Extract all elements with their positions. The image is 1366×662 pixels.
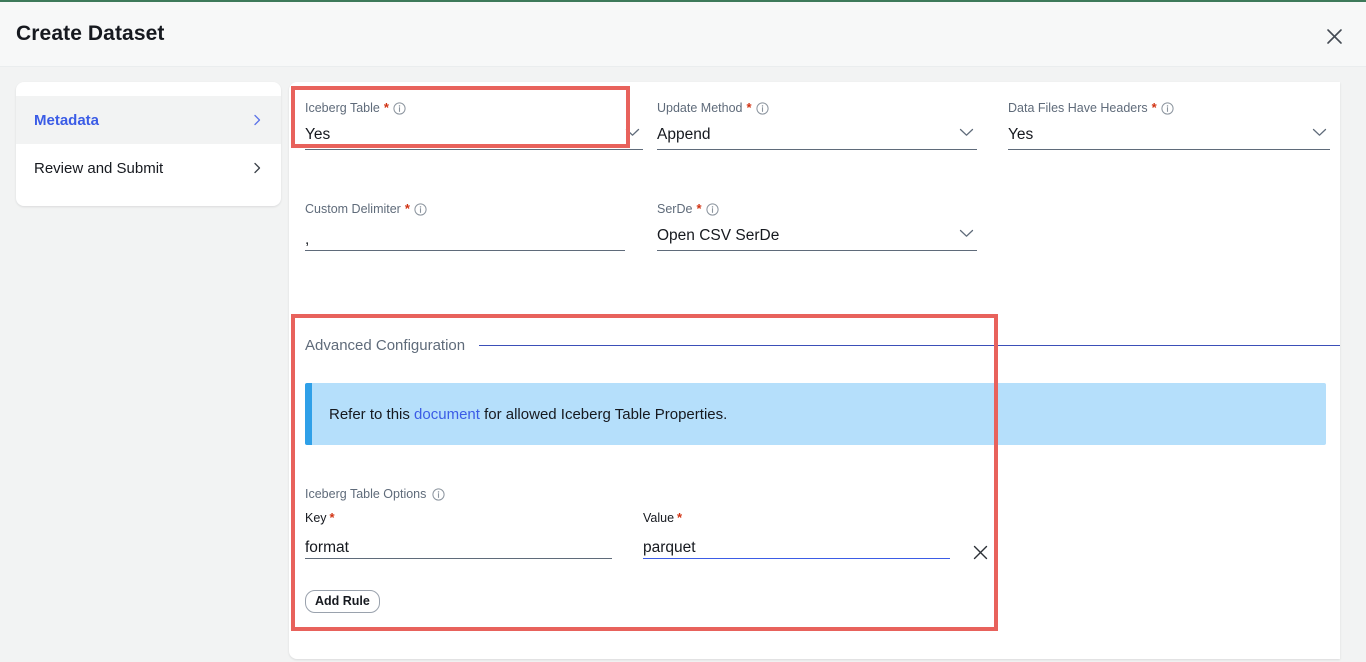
section-divider — [479, 344, 1340, 346]
add-rule-button[interactable]: Add Rule — [305, 590, 380, 613]
data-files-have-headers-select[interactable]: Yes — [1008, 121, 1330, 150]
input-value: parquet — [643, 539, 696, 556]
required-marker: * — [696, 201, 702, 216]
close-icon[interactable] — [1320, 22, 1348, 50]
chevron-down-icon — [959, 128, 974, 137]
field-data-files-have-headers: Data Files Have Headers * Yes — [1008, 100, 1330, 150]
info-icon[interactable] — [414, 202, 427, 216]
alert-message: Refer to this document for allowed Icebe… — [312, 406, 727, 423]
section-title: Advanced Configuration — [305, 336, 466, 354]
field-label: SerDe * — [657, 201, 977, 217]
field-label: Update Method * — [657, 100, 977, 116]
info-icon[interactable] — [755, 101, 769, 115]
field-label-text: Iceberg Table — [305, 101, 380, 115]
required-marker: * — [383, 100, 389, 115]
value-label: Value * — [643, 510, 950, 525]
alert-text-before: Refer to this — [329, 405, 415, 423]
info-icon[interactable] — [1161, 101, 1174, 115]
chevron-down-icon — [625, 128, 640, 137]
field-label-text: Update Method — [657, 101, 743, 115]
key-input[interactable]: format — [305, 530, 612, 559]
options-label-text: Iceberg Table Options — [305, 487, 427, 501]
select-value: Open CSV SerDe — [657, 227, 780, 244]
required-marker: * — [1151, 100, 1157, 115]
key-label-text: Key — [305, 510, 327, 525]
chevron-down-icon — [1312, 128, 1327, 137]
required-marker: * — [329, 510, 335, 525]
update-method-select[interactable]: Append — [657, 121, 977, 150]
info-icon[interactable] — [432, 487, 445, 501]
vertical-scrollbar-track[interactable] — [1343, 82, 1352, 659]
iceberg-table-options-label: Iceberg Table Options — [305, 487, 445, 501]
info-alert: Refer to this document for allowed Icebe… — [305, 383, 1326, 445]
select-value: Yes — [1008, 126, 1034, 143]
create-dataset-modal: Create Dataset Metadata Review and Submi… — [0, 0, 1366, 662]
value-input[interactable]: parquet — [643, 530, 950, 559]
remove-rule-close-icon[interactable] — [968, 540, 992, 564]
field-label: Iceberg Table * — [305, 100, 643, 116]
required-marker: * — [677, 510, 683, 525]
input-value: , — [305, 231, 310, 248]
form-content-panel: Iceberg Table * Yes Update Method * Appe… — [289, 82, 1340, 659]
iceberg-table-select[interactable]: Yes — [305, 121, 643, 150]
select-value: Yes — [305, 126, 331, 143]
value-label-text: Value — [643, 510, 675, 525]
info-icon[interactable] — [705, 202, 719, 216]
sidebar-item-label: Review and Submit — [34, 159, 164, 177]
custom-delimiter-input[interactable]: , — [305, 222, 625, 251]
field-label: Custom Delimiter * — [305, 201, 625, 217]
sidebar-item-label: Metadata — [34, 111, 100, 129]
field-update-method: Update Method * Append — [657, 100, 977, 150]
field-label-text: Custom Delimiter — [305, 202, 401, 216]
select-value: Append — [657, 126, 711, 143]
alert-text-after: for allowed Iceberg Table Properties. — [479, 405, 728, 423]
required-marker: * — [746, 100, 752, 115]
field-serde: SerDe * Open CSV SerDe — [657, 201, 977, 251]
field-label: Data Files Have Headers * — [1008, 100, 1330, 116]
document-link[interactable]: document — [414, 406, 480, 423]
value-field: Value * parquet — [643, 510, 950, 559]
modal-body: Metadata Review and Submit Iceberg Table… — [0, 68, 1366, 662]
key-label: Key * — [305, 510, 612, 525]
chevron-right-icon — [250, 161, 264, 175]
field-label-text: Data Files Have Headers — [1008, 101, 1148, 115]
info-icon[interactable] — [393, 101, 406, 115]
sidebar-item-review-and-submit[interactable]: Review and Submit — [16, 144, 281, 192]
modal-header: Create Dataset — [0, 2, 1366, 67]
page-title: Create Dataset — [16, 22, 165, 45]
advanced-configuration-header: Advanced Configuration — [305, 334, 1340, 356]
field-custom-delimiter: Custom Delimiter * , — [305, 201, 625, 251]
required-marker: * — [404, 201, 410, 216]
chevron-right-icon — [250, 113, 264, 127]
field-iceberg-table: Iceberg Table * Yes — [305, 100, 643, 150]
key-field: Key * format — [305, 510, 612, 559]
chevron-down-icon — [959, 229, 974, 238]
table-row: Key * format Value * parquet — [305, 510, 1005, 560]
input-value: format — [305, 539, 349, 556]
field-label-text: SerDe — [657, 202, 693, 216]
sidebar-item-metadata[interactable]: Metadata — [16, 96, 281, 144]
serde-select[interactable]: Open CSV SerDe — [657, 222, 977, 251]
wizard-sidebar: Metadata Review and Submit — [16, 82, 281, 206]
